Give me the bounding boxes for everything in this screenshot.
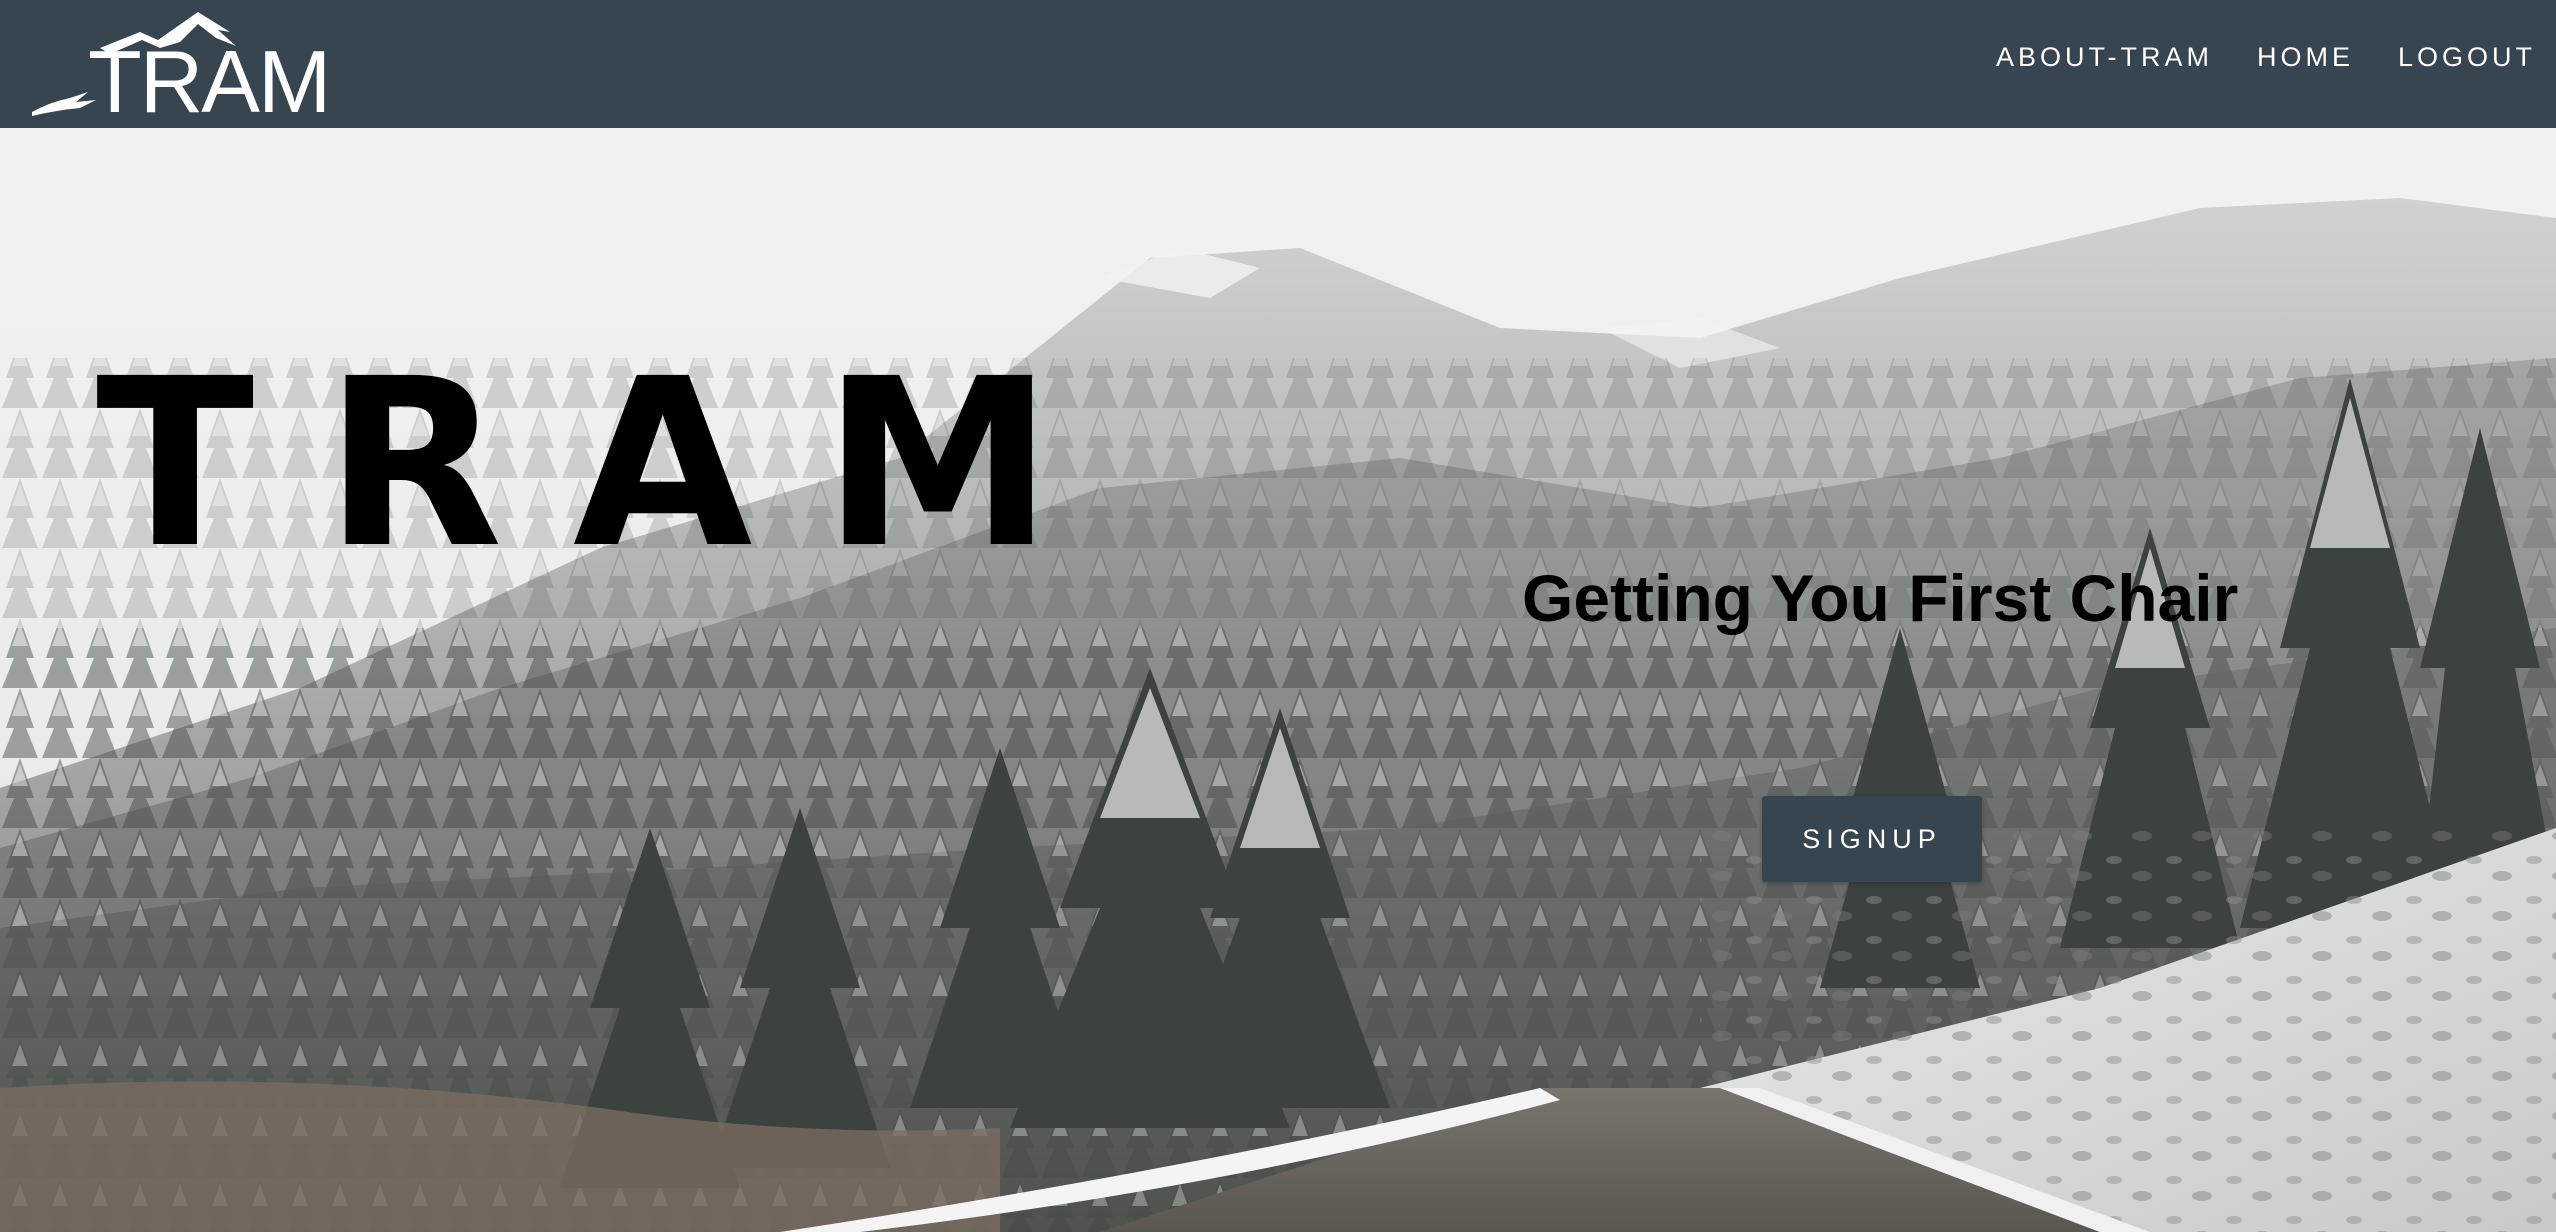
main-nav: ABOUT-TRAM HOME LOGOUT — [1996, 42, 2536, 73]
hero-title: TRAM — [96, 329, 1124, 599]
logo-text: TRAM — [88, 32, 331, 131]
nav-home-link[interactable]: HOME — [2257, 42, 2354, 73]
hero-section: TRAM Getting You First Chair SIGNUP — [0, 128, 2556, 1232]
top-navbar: TRAM ABOUT-TRAM HOME LOGOUT — [0, 0, 2556, 128]
brand-logo[interactable]: TRAM — [30, 10, 360, 131]
nav-about-tram-link[interactable]: ABOUT-TRAM — [1996, 42, 2213, 73]
hero-tagline: Getting You First Chair — [1522, 561, 2239, 635]
nav-logout-link[interactable]: LOGOUT — [2398, 42, 2536, 73]
signup-button[interactable]: SIGNUP — [1762, 796, 1982, 882]
snowy-mountain-background-image — [0, 128, 2556, 1232]
